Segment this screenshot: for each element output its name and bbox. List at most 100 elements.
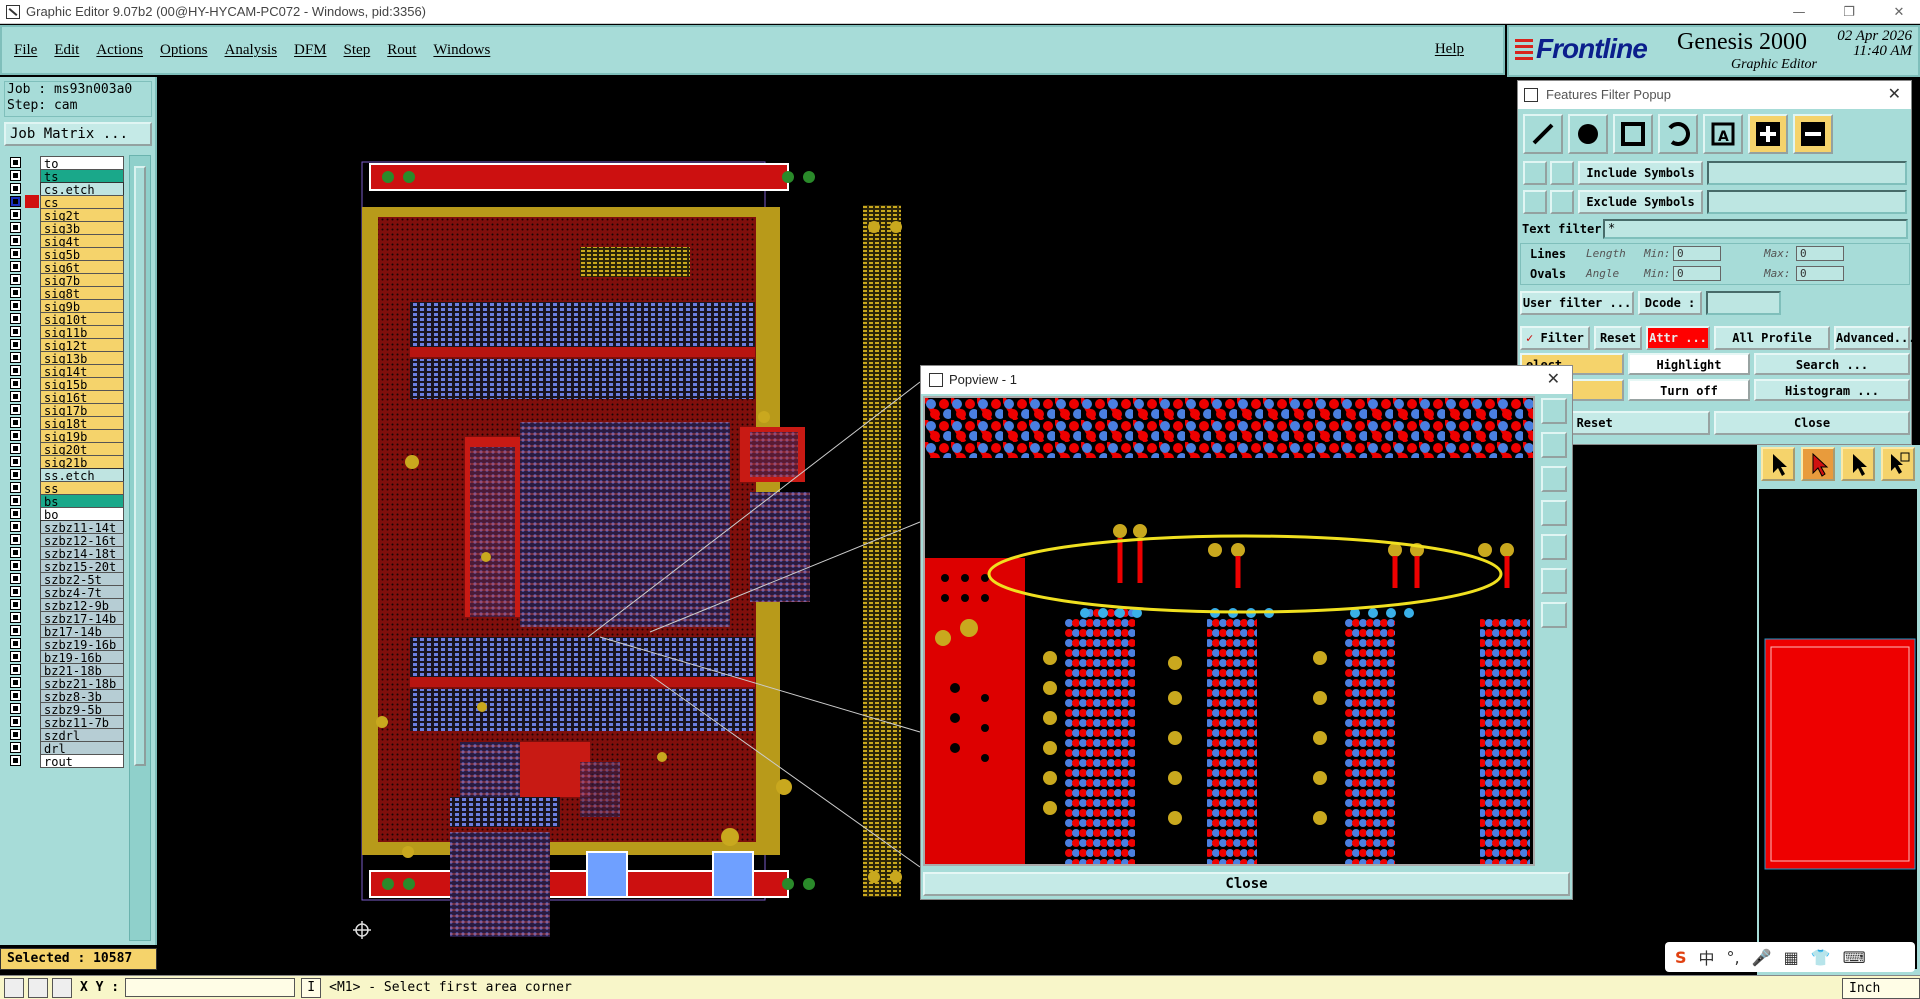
menu-help[interactable]: Help: [1435, 41, 1464, 58]
restore-icon[interactable]: ❐: [1828, 0, 1870, 24]
layer-checkbox[interactable]: [10, 521, 21, 532]
all-profile-dropdown[interactable]: All Profile: [1714, 326, 1830, 350]
layer-checkbox[interactable]: [10, 547, 21, 558]
menu-edit[interactable]: Edit: [54, 42, 79, 59]
layer-checkbox[interactable]: [10, 196, 21, 207]
layer-checkbox[interactable]: [10, 222, 21, 233]
layer-checkbox[interactable]: [10, 677, 21, 688]
skin-icon[interactable]: 👕: [1811, 948, 1831, 967]
length-min-field[interactable]: 0: [1673, 246, 1721, 261]
layer-checkbox[interactable]: [10, 469, 21, 480]
layer-checkbox[interactable]: [10, 261, 21, 272]
ime-tray[interactable]: S 中 °, 🎤 ▦ 👕 ⌨: [1665, 942, 1915, 972]
pointer-multi-icon[interactable]: [1881, 447, 1915, 481]
pan-left-icon[interactable]: [1541, 500, 1567, 526]
layer-checkbox[interactable]: [10, 326, 21, 337]
menu-dfm[interactable]: DFM: [294, 42, 327, 59]
filter-close-button[interactable]: Close: [1714, 411, 1910, 435]
text-tool-icon[interactable]: A: [1703, 114, 1743, 154]
layer-checkbox[interactable]: [10, 391, 21, 402]
scroll-thumb[interactable]: [134, 166, 146, 766]
exclude-pick-icon[interactable]: [1550, 190, 1574, 214]
pointer-icon[interactable]: [1761, 447, 1795, 481]
layer-checkbox[interactable]: [10, 742, 21, 753]
zoom-fit-icon[interactable]: [1541, 398, 1567, 424]
highlight-button[interactable]: Highlight: [1628, 353, 1750, 375]
length-checkbox[interactable]: Length: [1586, 247, 1626, 260]
mic-icon[interactable]: 🎤: [1752, 948, 1772, 967]
exclude-symbols-field[interactable]: [1707, 190, 1907, 214]
layer-checkbox[interactable]: [10, 287, 21, 298]
layer-checkbox[interactable]: [10, 378, 21, 389]
include-arrow-icon[interactable]: [1523, 161, 1547, 185]
minimize-icon[interactable]: —: [1778, 0, 1820, 24]
lines-checkbox[interactable]: Lines: [1530, 247, 1566, 261]
layer-mark[interactable]: [25, 754, 39, 767]
advanced-button[interactable]: Advanced...: [1834, 326, 1915, 350]
popview-canvas[interactable]: [923, 396, 1535, 866]
layer-checkbox[interactable]: [10, 365, 21, 376]
layer-checkbox[interactable]: [10, 157, 21, 168]
include-symbols-button[interactable]: Include Symbols :: [1578, 161, 1703, 200]
layer-checkbox[interactable]: [10, 417, 21, 428]
include-pick-icon[interactable]: [1550, 161, 1574, 185]
menu-step[interactable]: Step: [344, 42, 371, 59]
measure-icon[interactable]: [4, 977, 24, 998]
ovals-checkbox[interactable]: Ovals: [1530, 267, 1566, 281]
popview-zoom-image[interactable]: [925, 398, 1533, 864]
menu-file[interactable]: File: [14, 42, 37, 59]
layer-checkbox[interactable]: [10, 352, 21, 363]
layer-checkbox[interactable]: [10, 430, 21, 441]
layer-checkbox[interactable]: [10, 625, 21, 636]
histogram-button[interactable]: Histogram ...: [1754, 379, 1910, 401]
layer-checkbox[interactable]: [10, 612, 21, 623]
layer-checkbox[interactable]: [10, 339, 21, 350]
angle-checkbox[interactable]: Angle: [1586, 267, 1619, 280]
layer-checkbox[interactable]: [10, 274, 21, 285]
layer-checkbox[interactable]: [10, 248, 21, 259]
arc-tool-icon[interactable]: [1658, 114, 1698, 154]
layer-checkbox[interactable]: [10, 443, 21, 454]
layer-checkbox[interactable]: [10, 209, 21, 220]
pan-up-icon[interactable]: [1541, 432, 1567, 458]
layer-checkbox[interactable]: [10, 235, 21, 246]
user-filter-button[interactable]: User filter ...: [1520, 291, 1634, 315]
menu-rout[interactable]: Rout: [387, 42, 416, 59]
turn-off-button[interactable]: Turn off: [1628, 379, 1750, 401]
layer-checkbox[interactable]: [10, 755, 21, 766]
minimap[interactable]: [1759, 489, 1917, 969]
menu-analysis[interactable]: Analysis: [225, 42, 278, 59]
text-filter-field[interactable]: *: [1603, 219, 1908, 239]
attr-button[interactable]: Attr ...: [1646, 326, 1710, 350]
keyboard-icon[interactable]: ⌨: [1843, 948, 1866, 967]
popview-close-icon[interactable]: ✕: [1547, 366, 1560, 394]
layer-checkbox[interactable]: [10, 495, 21, 506]
layer-checkbox[interactable]: [10, 482, 21, 493]
length-max-field[interactable]: 0: [1796, 246, 1844, 261]
menu-actions[interactable]: Actions: [96, 42, 143, 59]
grid-icon[interactable]: ▦: [1784, 948, 1799, 967]
layer-name[interactable]: rout: [40, 753, 124, 769]
angle-min-field[interactable]: 0: [1673, 266, 1721, 281]
exclude-arrow-icon[interactable]: [1523, 190, 1547, 214]
sogou-icon[interactable]: S: [1675, 948, 1687, 967]
pan-right-icon[interactable]: [1541, 534, 1567, 560]
layer-checkbox[interactable]: [10, 651, 21, 662]
layer-checkbox[interactable]: [10, 586, 21, 597]
layer-checkbox[interactable]: [10, 456, 21, 467]
layer-checkbox[interactable]: [10, 664, 21, 675]
layer-row[interactable]: rout: [4, 753, 124, 769]
job-matrix-button[interactable]: Job Matrix ...: [4, 122, 152, 146]
units-dropdown[interactable]: Inch: [1842, 978, 1920, 999]
layer-checkbox[interactable]: [10, 573, 21, 584]
menu-windows[interactable]: Windows: [433, 42, 490, 59]
pointer-alt-icon[interactable]: [1841, 447, 1875, 481]
layer-scrollbar[interactable]: [129, 155, 151, 941]
layer-checkbox[interactable]: [10, 729, 21, 740]
popview-close-button[interactable]: Close: [923, 872, 1570, 896]
angle-max-field[interactable]: 0: [1796, 266, 1844, 281]
positive-polarity-icon[interactable]: [1748, 114, 1788, 154]
pad-tool-icon[interactable]: [1568, 114, 1608, 154]
layer-checkbox[interactable]: [10, 703, 21, 714]
layer-checkbox[interactable]: [10, 508, 21, 519]
